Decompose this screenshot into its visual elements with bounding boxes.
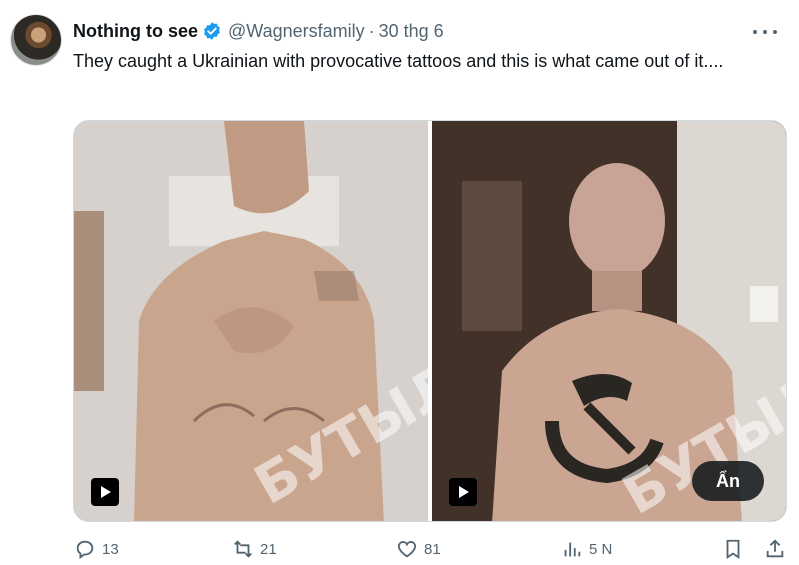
tweet-date[interactable]: 30 thg 6 bbox=[379, 21, 444, 42]
reply-button[interactable]: 13 bbox=[74, 533, 119, 565]
bookmark-icon bbox=[726, 539, 740, 559]
tweet-header: Nothing to see @Wagnersfamily · 30 thg 6 bbox=[73, 19, 444, 43]
retweet-count: 21 bbox=[260, 540, 277, 558]
video-thumbnail[interactable]: БУТЫЛКА bbox=[74, 121, 428, 521]
header-separator: · bbox=[368, 20, 375, 41]
like-icon bbox=[397, 541, 417, 558]
tweet-text: They caught a Ukrainian with provocative… bbox=[73, 51, 724, 71]
play-icon[interactable] bbox=[449, 478, 477, 506]
views-icon bbox=[564, 542, 581, 557]
author-avatar[interactable] bbox=[10, 14, 62, 66]
reply-count: 13 bbox=[102, 540, 119, 558]
like-button[interactable]: 81 bbox=[396, 533, 441, 565]
video-thumbnail[interactable]: БУТЫЛКА Ẩn bbox=[432, 121, 786, 521]
share-icon bbox=[766, 539, 784, 558]
reply-icon bbox=[76, 540, 94, 560]
hide-media-button[interactable]: Ẩn bbox=[692, 461, 764, 501]
retweet-button[interactable]: 21 bbox=[232, 533, 277, 565]
video-frame-left: БУТЫЛКА bbox=[74, 121, 428, 521]
media-grid: БУТЫЛКА БУТЫЛКА Ẩn bbox=[73, 120, 787, 522]
more-icon[interactable] bbox=[753, 22, 777, 42]
bookmark-button[interactable] bbox=[722, 533, 750, 565]
share-button[interactable] bbox=[764, 533, 792, 565]
views-count: 5 N bbox=[589, 540, 613, 558]
play-icon[interactable] bbox=[91, 478, 119, 506]
verified-badge-icon bbox=[202, 21, 222, 41]
author-name[interactable]: Nothing to see bbox=[73, 21, 198, 42]
author-handle[interactable]: @Wagnersfamily bbox=[228, 21, 365, 42]
like-count: 81 bbox=[424, 540, 441, 558]
views-button[interactable]: 5 N bbox=[561, 533, 612, 565]
tweet-actions: 13 21 81 5 N bbox=[0, 533, 799, 565]
retweet-icon bbox=[234, 540, 252, 558]
